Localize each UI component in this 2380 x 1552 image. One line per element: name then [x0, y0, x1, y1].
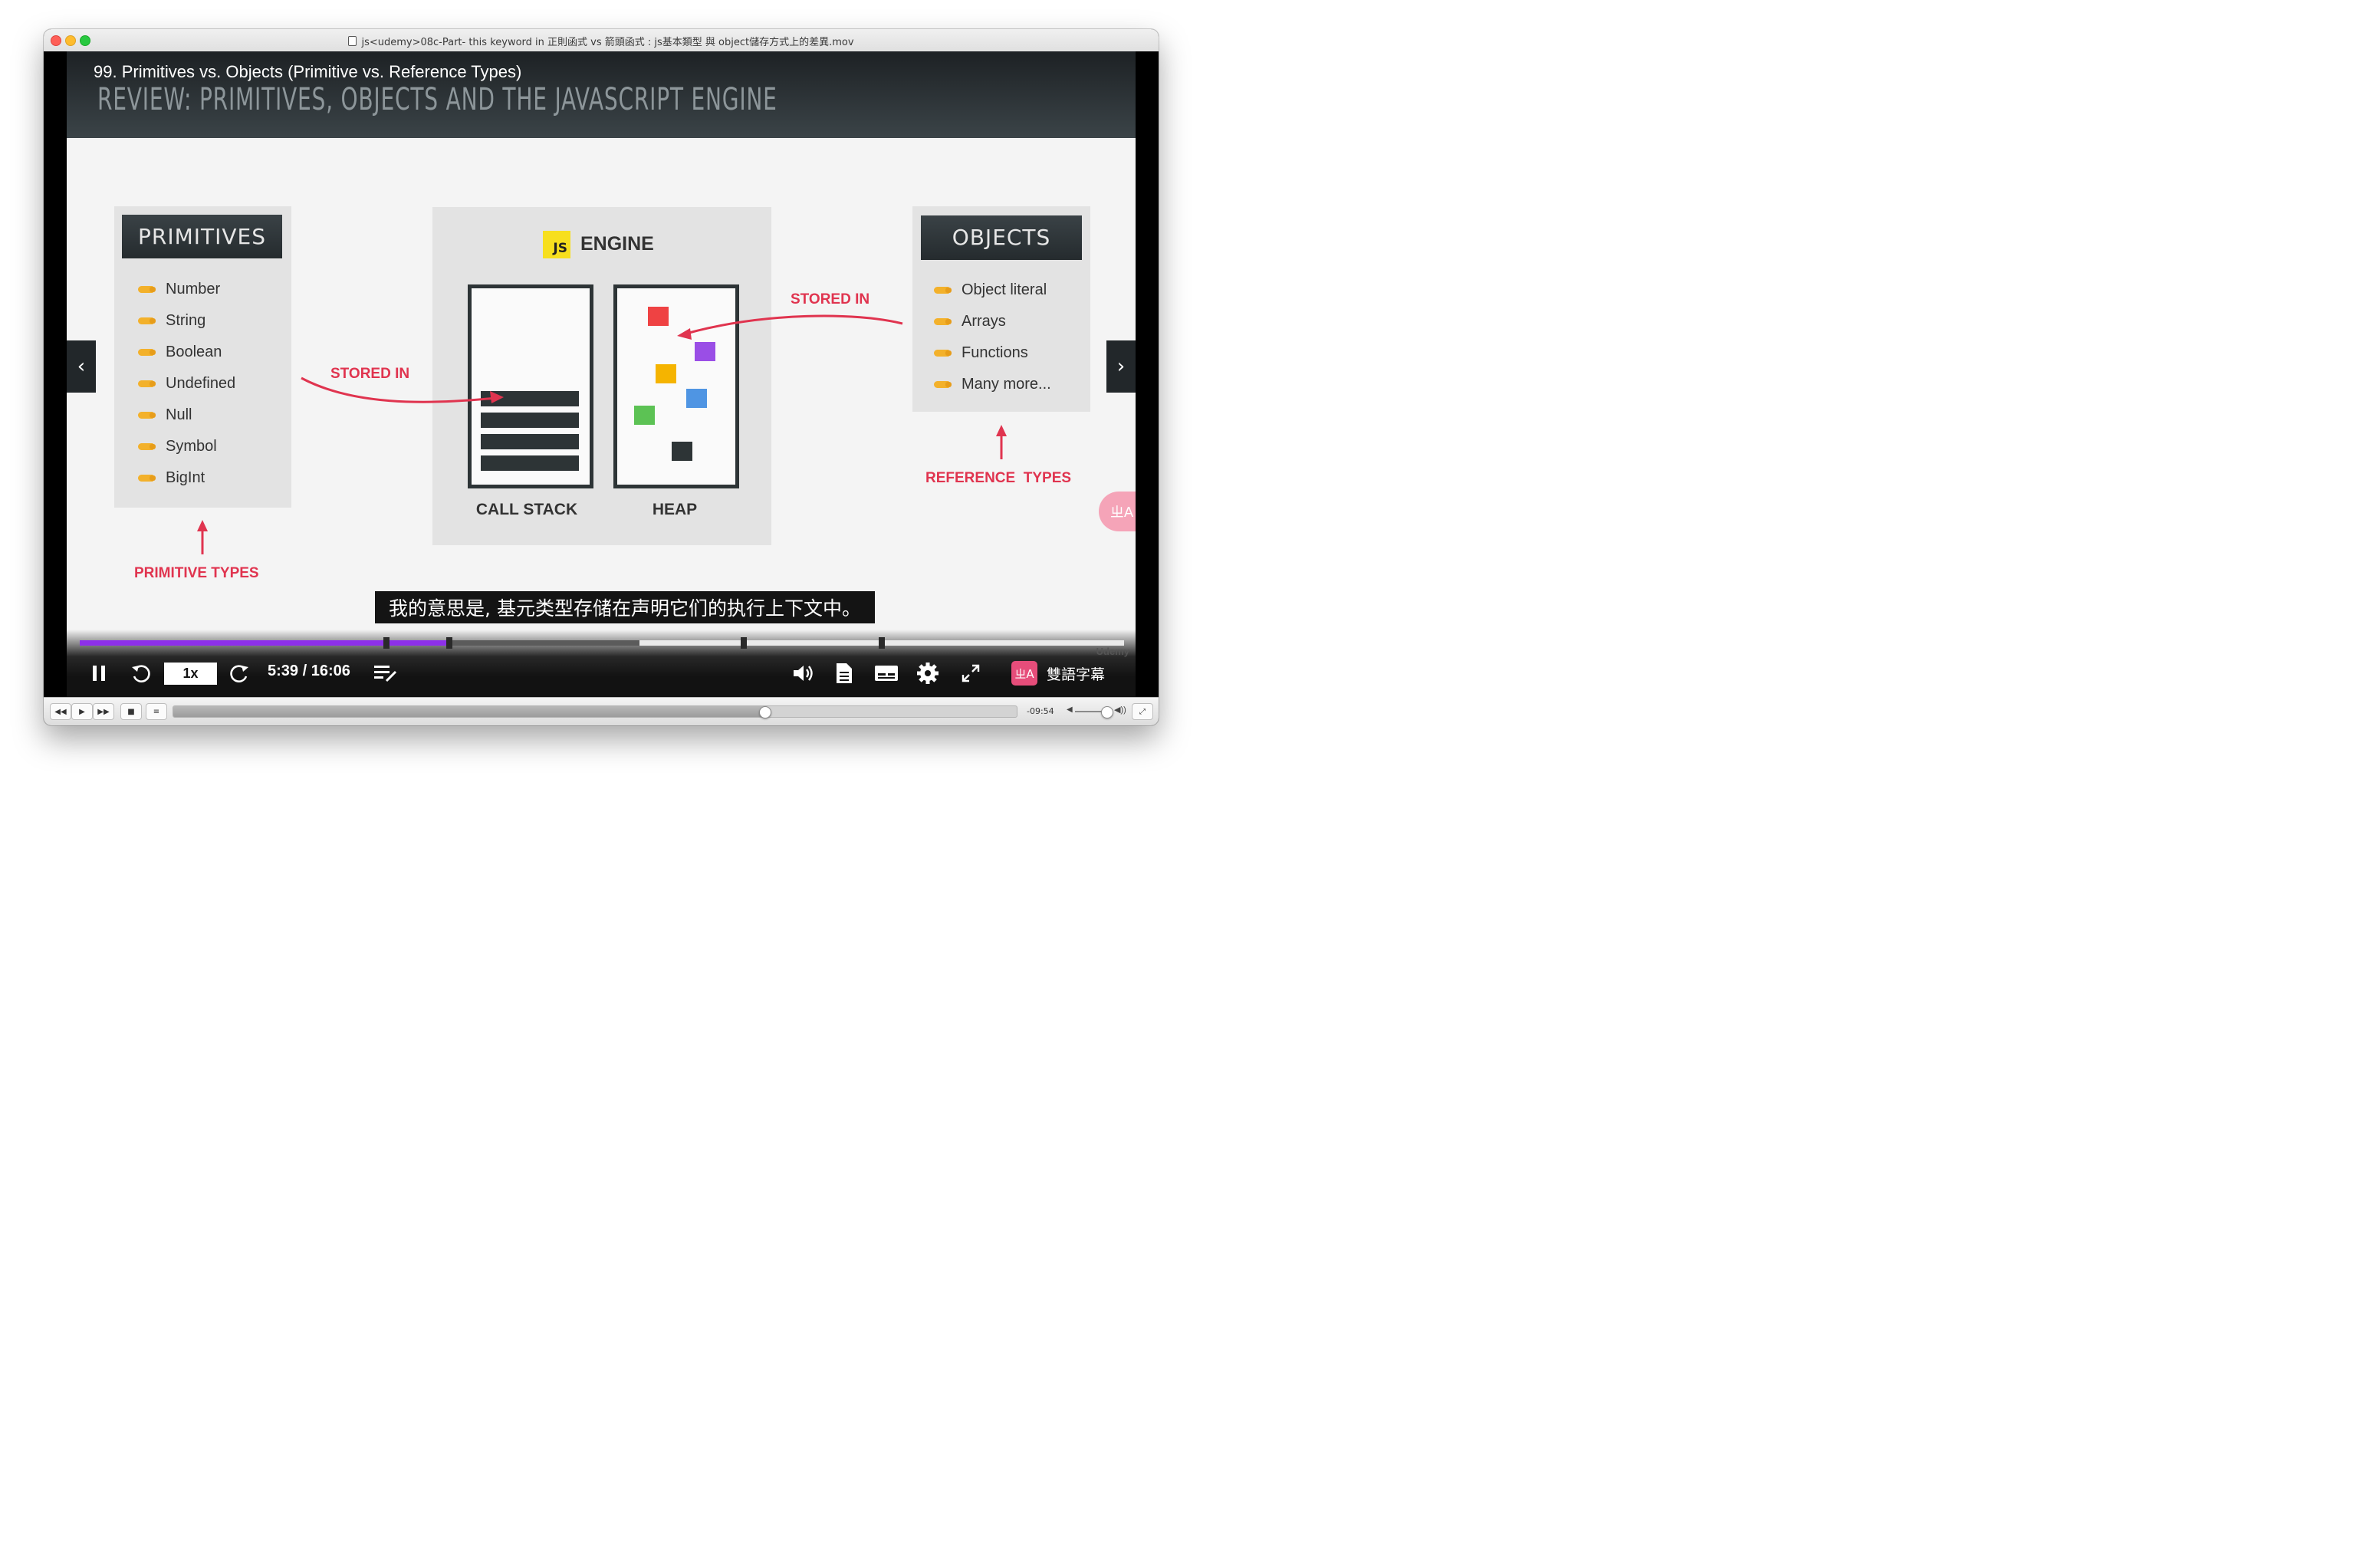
volume-icon — [794, 666, 813, 681]
qt-fullscreen-button[interactable]: ⤢ — [1132, 703, 1153, 720]
stored-in-label-left: STORED IN — [330, 366, 410, 382]
stop-icon: ■ — [127, 707, 135, 716]
pause-button[interactable] — [90, 663, 108, 684]
translate-icon: ㄓA — [1011, 661, 1037, 686]
chapter-marker[interactable] — [383, 637, 390, 649]
played-range — [80, 640, 450, 646]
arrow-head-left — [490, 391, 504, 403]
player-window: js<udemy>08c-Part- this keyword in 正則函式 … — [44, 29, 1159, 725]
reference-types-label: REFERENCE TYPES — [925, 470, 1072, 486]
rewind-5s-button[interactable] — [128, 661, 153, 686]
settings-icon — [917, 663, 939, 684]
window-title: js<udemy>08c-Part- this keyword in 正則函式 … — [44, 34, 1159, 48]
pause-icon — [93, 666, 105, 681]
notes-icon — [837, 663, 852, 683]
translate-bubble-button[interactable]: ㄓA — [1099, 492, 1136, 531]
list-icon: ≡ — [153, 707, 160, 716]
qt-remaining-time: -09:54 — [1027, 706, 1054, 716]
udemy-controls: Udemy 1x 5:39 / 16:06 ㄓA 雙語字幕 — [67, 630, 1136, 697]
progress-bar[interactable] — [80, 637, 1124, 649]
chevron-left-icon: ‹ — [77, 355, 86, 378]
fullscreen-button[interactable] — [959, 662, 982, 685]
forward-5s-button[interactable] — [228, 661, 252, 686]
quicktime-controls: ◀◀ ▶ ▶▶ ■ ≡ -09:54 ◀ ◀)) ⤢ — [44, 697, 1159, 725]
primitive-types-label: PRIMITIVE TYPES — [134, 565, 259, 581]
reference-types-arrow-head — [996, 425, 1007, 436]
window-title-text: js<udemy>08c-Part- this keyword in 正則函式 … — [361, 37, 854, 48]
volume-low-icon: ◀ — [1067, 705, 1073, 714]
captions-button[interactable] — [873, 663, 899, 683]
lecture-slide: 99. Primitives vs. Objects (Primitive vs… — [67, 51, 1136, 697]
arrow-head-right — [677, 328, 692, 340]
rewind-icon: ◀◀ — [54, 707, 67, 716]
qt-scrubber-fill — [173, 706, 766, 717]
fast-forward-icon: ▶▶ — [97, 707, 110, 716]
bilingual-subtitle-toggle[interactable]: ㄓA 雙語字幕 — [1011, 661, 1105, 686]
qt-play-button[interactable]: ▶ — [71, 703, 93, 720]
qt-volume-knob[interactable] — [1100, 706, 1113, 718]
volume-button[interactable] — [791, 662, 815, 685]
notes-button[interactable] — [833, 661, 855, 686]
volume-high-icon: ◀)) — [1114, 705, 1126, 715]
previous-lecture-button[interactable]: ‹ — [67, 340, 96, 393]
subtitle-caption: 我的意思是, 基元类型存储在声明它们的执行上下文中。 — [375, 591, 875, 623]
play-icon: ▶ — [79, 707, 85, 716]
rewind-icon — [132, 665, 150, 682]
playback-speed-button[interactable]: 1x — [164, 663, 217, 685]
qt-fast-forward-button[interactable]: ▶▶ — [93, 703, 114, 720]
stored-in-arrow-right — [685, 314, 903, 335]
qt-playlist-button[interactable]: ≡ — [146, 703, 167, 720]
video-area[interactable]: 99. Primitives vs. Objects (Primitive vs… — [44, 51, 1159, 697]
forward-icon — [230, 665, 248, 682]
time-display: 5:39 / 16:06 — [268, 663, 350, 679]
bilingual-label: 雙語字幕 — [1047, 666, 1106, 683]
chapter-marker[interactable] — [741, 637, 748, 649]
document-icon — [348, 36, 357, 46]
expand-icon: ⤢ — [1139, 707, 1146, 716]
chapter-marker[interactable] — [446, 637, 453, 649]
settings-button[interactable] — [916, 662, 939, 685]
playlist-icon — [374, 666, 397, 682]
stored-in-label-right: STORED IN — [791, 291, 870, 307]
next-lecture-button[interactable]: › — [1106, 340, 1136, 393]
qt-rewind-button[interactable]: ◀◀ — [50, 703, 71, 720]
playlist-button[interactable] — [372, 662, 399, 685]
qt-scrubber-track[interactable] — [173, 705, 1017, 718]
chapter-marker[interactable] — [879, 637, 886, 649]
chevron-right-icon: › — [1116, 355, 1126, 378]
udemy-watermark: Udemy — [1096, 646, 1129, 657]
primitive-types-arrow-head — [197, 520, 208, 531]
fullscreen-icon — [962, 664, 980, 682]
qt-stop-button[interactable]: ■ — [120, 703, 142, 720]
title-bar[interactable]: js<udemy>08c-Part- this keyword in 正則函式 … — [44, 29, 1159, 52]
captions-icon — [875, 666, 898, 681]
